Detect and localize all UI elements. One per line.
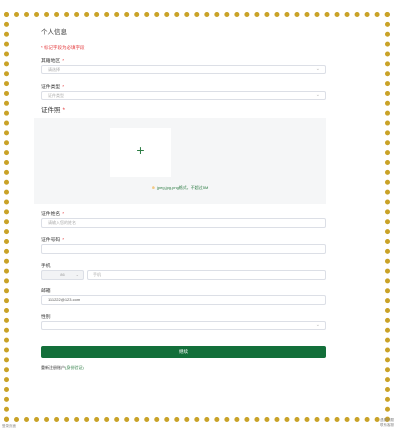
region-select[interactable]: 请选择 ⌄: [41, 65, 326, 74]
required-star: *: [62, 212, 65, 217]
certificate-upload-area: + ⊕ jpeg,jpg,png格式，不超过5M: [34, 118, 326, 204]
register-link[interactable]: (身份验证): [65, 365, 84, 370]
name-label: 证件姓名 *: [41, 212, 65, 217]
name-input[interactable]: 请输入您的姓名: [41, 218, 326, 228]
region-label: 其籍地区 *: [41, 59, 65, 64]
required-note: * 标记字段为必填字段: [41, 45, 85, 50]
gender-label: 性别: [41, 315, 51, 320]
personal-info-form: 个人信息 * 标记字段为必填字段 其籍地区 * 请选择 ⌄ 证件类型 * 证件类型 …: [34, 28, 326, 371]
id-number-label: 证件号码 *: [41, 238, 65, 243]
chevron-down-icon: ⌄: [315, 66, 320, 72]
email-label: 邮箱: [41, 289, 51, 294]
corner-left-text[interactable]: 登录页面: [2, 424, 16, 429]
chevron-down-icon: ⌄: [75, 272, 79, 277]
phone-row: 86 ⌄ 手机: [41, 270, 326, 280]
certificate-label: 证件照 *: [41, 107, 66, 114]
required-star: *: [62, 85, 65, 90]
corner-right-text[interactable]: 遇到问题 联系客服: [380, 418, 394, 428]
info-icon: ⊕: [151, 185, 155, 190]
gender-select[interactable]: ⌄: [41, 321, 326, 330]
id-number-input[interactable]: [41, 244, 326, 254]
region-placeholder: 请选择: [48, 67, 60, 72]
register-line: 重新注册账户(身份验证): [41, 365, 84, 370]
chevron-down-icon: ⌄: [315, 322, 320, 328]
country-code-select[interactable]: 86 ⌄: [41, 270, 84, 280]
id-type-label: 证件类型 *: [41, 85, 65, 90]
chevron-down-icon: ⌄: [315, 92, 320, 98]
id-type-placeholder: 证件类型: [48, 93, 64, 98]
continue-button[interactable]: 继续: [41, 346, 326, 358]
upload-button[interactable]: +: [110, 128, 171, 177]
phone-label: 手机: [41, 264, 51, 269]
email-input[interactable]: 111222@123.com: [41, 295, 326, 305]
required-star: *: [62, 107, 66, 114]
required-star: *: [62, 238, 65, 243]
required-star: *: [62, 59, 65, 64]
plus-icon: +: [136, 142, 145, 158]
page-title: 个人信息: [41, 29, 67, 36]
id-type-select[interactable]: 证件类型 ⌄: [41, 91, 326, 100]
upload-hint: ⊕ jpeg,jpg,png格式，不超过5M: [151, 185, 209, 190]
phone-input[interactable]: 手机: [87, 270, 326, 280]
